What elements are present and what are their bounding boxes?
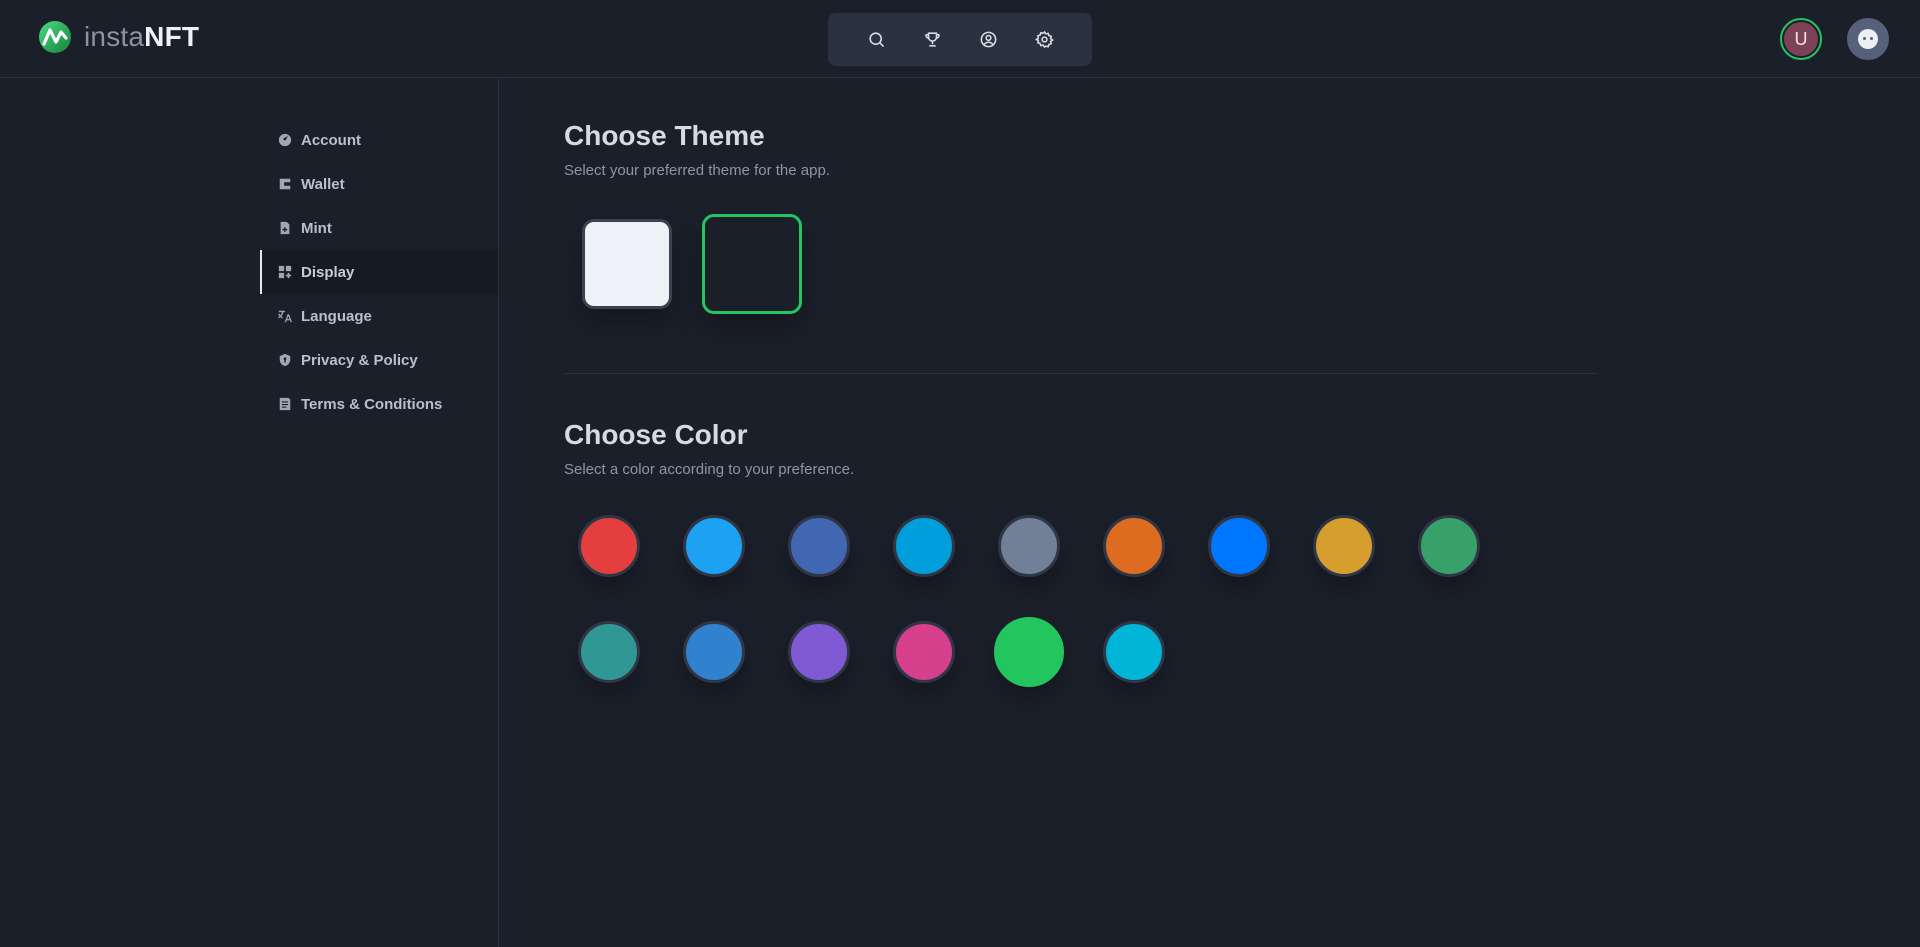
sidebar-item-terms-conditions[interactable]: Terms & Conditions bbox=[260, 382, 498, 426]
color-swatch[interactable] bbox=[994, 617, 1064, 687]
logo-icon bbox=[39, 21, 71, 53]
theme-section-title: Choose Theme bbox=[564, 120, 765, 151]
wallet-icon bbox=[279, 178, 291, 190]
settings-button[interactable] bbox=[1026, 22, 1062, 58]
search-icon bbox=[868, 32, 884, 48]
theme-option-light[interactable] bbox=[582, 219, 672, 309]
sidebar-item-label: Display bbox=[301, 263, 355, 281]
robot-face-icon bbox=[1858, 29, 1878, 49]
sidebar-item-display[interactable]: Display bbox=[260, 250, 498, 294]
color-swatch[interactable] bbox=[998, 515, 1060, 577]
search-button[interactable] bbox=[858, 22, 894, 58]
sidebar-item-label: Account bbox=[301, 131, 361, 149]
sidebar-item-label: Language bbox=[301, 307, 372, 325]
sidebar-divider bbox=[498, 79, 499, 947]
file-plus-icon bbox=[280, 221, 290, 235]
user-circle-icon bbox=[980, 31, 996, 48]
color-swatch[interactable] bbox=[578, 515, 640, 577]
color-section-description: Select a color according to your prefere… bbox=[564, 461, 855, 478]
assistant-avatar[interactable] bbox=[1847, 18, 1889, 60]
color-section-title: Choose Color bbox=[564, 419, 748, 450]
color-swatch[interactable] bbox=[683, 621, 745, 683]
sidebar-item-label: Mint bbox=[301, 219, 332, 237]
user-avatar-initial: U bbox=[1784, 22, 1818, 56]
brand-logo[interactable]: instaNFT bbox=[38, 20, 199, 54]
color-swatch[interactable] bbox=[578, 621, 640, 683]
sidebar-item-privacy-policy[interactable]: Privacy & Policy bbox=[260, 338, 498, 382]
sidebar-item-wallet[interactable]: Wallet bbox=[260, 162, 498, 206]
color-swatch[interactable] bbox=[1103, 515, 1165, 577]
settings-sidebar: Account Wallet Mint Display Language Pri… bbox=[260, 118, 498, 426]
translate-icon bbox=[278, 310, 292, 323]
theme-section-description: Select your preferred theme for the app. bbox=[564, 162, 830, 179]
trophy-icon bbox=[924, 32, 940, 47]
profile-button[interactable] bbox=[970, 22, 1006, 58]
color-swatch[interactable] bbox=[1103, 621, 1165, 683]
gauge-icon bbox=[278, 133, 292, 147]
sidebar-item-account[interactable]: Account bbox=[260, 118, 498, 162]
sidebar-item-label: Privacy & Policy bbox=[301, 351, 418, 369]
color-swatch[interactable] bbox=[893, 515, 955, 577]
color-swatch[interactable] bbox=[683, 515, 745, 577]
brand-name-light: insta bbox=[84, 21, 145, 52]
shield-icon bbox=[279, 353, 291, 367]
sidebar-item-label: Terms & Conditions bbox=[301, 395, 443, 413]
user-avatar[interactable]: U bbox=[1780, 18, 1822, 60]
color-swatch[interactable] bbox=[1418, 515, 1480, 577]
brand-name: instaNFT bbox=[84, 21, 199, 53]
section-divider bbox=[564, 373, 1598, 374]
color-swatch[interactable] bbox=[1313, 515, 1375, 577]
color-swatch[interactable] bbox=[788, 515, 850, 577]
sidebar-item-label: Wallet bbox=[301, 175, 345, 193]
theme-option-dark[interactable] bbox=[702, 214, 802, 314]
leaderboard-button[interactable] bbox=[914, 22, 950, 58]
gear-icon bbox=[1034, 30, 1054, 49]
sidebar-item-mint[interactable]: Mint bbox=[260, 206, 498, 250]
color-swatch[interactable] bbox=[893, 621, 955, 683]
top-header: instaNFT U bbox=[0, 0, 1920, 78]
document-icon bbox=[279, 397, 291, 411]
color-swatch[interactable] bbox=[1208, 515, 1270, 577]
top-nav-bar bbox=[828, 13, 1092, 66]
grid-plus-icon bbox=[278, 265, 292, 279]
color-swatch[interactable] bbox=[788, 621, 850, 683]
brand-name-bold: NFT bbox=[144, 21, 200, 52]
sidebar-item-language[interactable]: Language bbox=[260, 294, 498, 338]
